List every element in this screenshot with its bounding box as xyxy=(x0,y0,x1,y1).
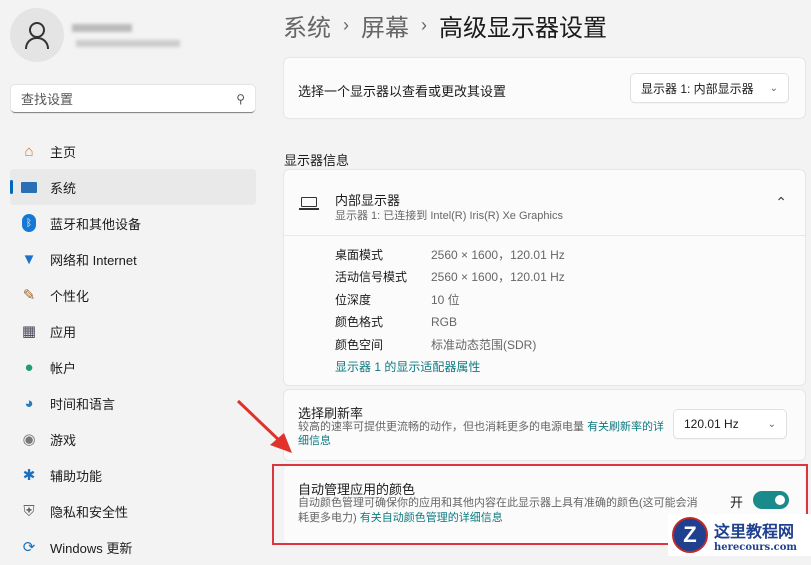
sidebar: 查找设置 ⚲ ⌂ 主页 系统 ᛒ 蓝牙和其他设备 ▼ 网络和 Internet ✎ 个性… xyxy=(0,0,270,556)
sidebar-item-accessibility[interactable]: ✱ 辅助功能 xyxy=(10,457,256,493)
section-title: 显示器信息 xyxy=(284,153,350,168)
info-value: 标准动态范围(SDR) xyxy=(431,337,537,352)
display-select-dropdown[interactable]: 显示器 1: 内部显示器 ⌄ xyxy=(631,74,788,102)
sidebar-item-label: 主页 xyxy=(50,144,77,160)
display-info-header[interactable]: 内部显示器 显示器 1: 已连接到 Intel(R) Iris(R) Xe Gr… xyxy=(284,170,805,236)
info-key: 颜色格式 xyxy=(335,315,384,330)
chevron-right-icon: › xyxy=(421,15,427,35)
refresh-desc-text: 较高的速率可提供更流畅的动作，但也消耗更多的电源电量 xyxy=(298,421,584,433)
laptop-icon xyxy=(301,197,317,207)
sidebar-item-bluetooth[interactable]: ᛒ 蓝牙和其他设备 xyxy=(10,205,256,241)
watermark-logo-icon: Z xyxy=(672,517,708,553)
sidebar-item-label: 系统 xyxy=(50,180,77,196)
watermark-text: 这里教程网 herecours.com xyxy=(714,518,797,553)
sidebar-item-home[interactable]: ⌂ 主页 xyxy=(10,133,256,169)
sidebar-item-label: 辅助功能 xyxy=(50,468,103,484)
breadcrumb-display[interactable]: 屏幕 xyxy=(361,8,409,43)
chevron-up-icon[interactable]: ⌃ xyxy=(775,194,787,211)
sidebar-item-label: 个性化 xyxy=(50,288,90,304)
refresh-rate-value: 120.01 Hz xyxy=(684,417,739,431)
refresh-desc: 较高的速率可提供更流畅的动作，但也消耗更多的电源电量 有关刷新率的详细信息 xyxy=(298,420,668,448)
shield-icon: ⛨ xyxy=(23,502,35,520)
avatar[interactable] xyxy=(10,8,64,62)
sidebar-item-apps[interactable]: ▦ 应用 xyxy=(10,313,256,349)
sidebar-item-privacy[interactable]: ⛨ 隐私和安全性 xyxy=(10,493,256,529)
display-select-label: 选择一个显示器以查看或更改其设置 xyxy=(298,84,507,99)
info-row: 位深度 10 位 xyxy=(335,288,805,311)
red-arrow-annotation xyxy=(236,399,292,453)
watermark-url: herecours.com xyxy=(714,541,798,553)
display-subtitle: 显示器 1: 已连接到 Intel(R) Iris(R) Xe Graphics xyxy=(335,210,563,222)
sidebar-item-label: 蓝牙和其他设备 xyxy=(50,216,142,232)
info-value: 2560 × 1600，120.01 Hz xyxy=(431,247,565,262)
sidebar-item-label: 帐户 xyxy=(50,360,77,376)
brush-icon: ✎ xyxy=(22,287,36,304)
apps-icon: ▦ xyxy=(21,323,37,340)
home-icon: ⌂ xyxy=(24,142,34,160)
display-info-details: 桌面模式 2560 × 1600，120.01 Hz 活动信号模式 2560 × 1… xyxy=(284,236,805,378)
search-icon: ⚲ xyxy=(236,91,245,106)
account-icon: ● xyxy=(24,358,34,376)
info-value: RGB xyxy=(431,314,458,329)
sidebar-item-network[interactable]: ▼ 网络和 Internet xyxy=(10,241,256,277)
globe-icon: ◕ xyxy=(24,394,34,412)
user-email-blurred xyxy=(76,40,180,47)
search-input[interactable]: 查找设置 ⚲ xyxy=(11,85,255,113)
sidebar-item-label: 应用 xyxy=(50,324,77,340)
info-row: 桌面模式 2560 × 1600，120.01 Hz xyxy=(335,243,805,266)
info-key: 活动信号模式 xyxy=(335,270,408,285)
update-icon: ⟳ xyxy=(22,539,36,556)
info-value: 10 位 xyxy=(431,292,460,307)
info-key: 颜色空间 xyxy=(335,337,384,352)
page-title: 高级显示器设置 xyxy=(439,15,607,42)
search-placeholder: 查找设置 xyxy=(21,92,74,107)
sidebar-item-gaming[interactable]: ◉ 游戏 xyxy=(10,421,256,457)
watermark-title: 这里教程网 xyxy=(714,521,795,541)
sidebar-item-personalization[interactable]: ✎ 个性化 xyxy=(10,277,256,313)
watermark: Z 这里教程网 herecours.com xyxy=(668,514,811,556)
user-name-blurred xyxy=(72,24,132,32)
info-value: 2560 × 1600，120.01 Hz xyxy=(431,270,565,285)
sidebar-item-label: 隐私和安全性 xyxy=(50,504,129,520)
sidebar-item-accounts[interactable]: ● 帐户 xyxy=(10,349,256,385)
nav-list: ⌂ 主页 系统 ᛒ 蓝牙和其他设备 ▼ 网络和 Internet ✎ 个性化 ▦ 应用 ●… xyxy=(10,133,256,565)
sidebar-item-label: Windows 更新 xyxy=(50,540,133,556)
sidebar-item-label: 时间和语言 xyxy=(50,396,116,412)
breadcrumb-system[interactable]: 系统 xyxy=(283,8,331,43)
chevron-right-icon: › xyxy=(343,15,349,35)
info-key: 位深度 xyxy=(335,292,372,307)
info-row: 颜色空间 标准动态范围(SDR) xyxy=(335,333,805,356)
refresh-rate-card: 选择刷新率 较高的速率可提供更流畅的动作，但也消耗更多的电源电量 有关刷新率的详… xyxy=(284,390,805,460)
sidebar-item-windows-update[interactable]: ⟳ Windows 更新 xyxy=(10,529,256,565)
info-row: 活动信号模式 2560 × 1600，120.01 Hz xyxy=(335,266,805,289)
sidebar-item-label: 游戏 xyxy=(50,432,77,448)
sidebar-item-label: 网络和 Internet xyxy=(50,252,137,268)
sidebar-item-time-language[interactable]: ◕ 时间和语言 xyxy=(10,385,256,421)
gamepad-icon: ◉ xyxy=(22,431,36,448)
adapter-properties-link[interactable]: 显示器 1 的显示适配器属性 xyxy=(335,356,805,379)
display-info-card: 内部显示器 显示器 1: 已连接到 Intel(R) Iris(R) Xe Gr… xyxy=(284,170,805,385)
wifi-icon: ▼ xyxy=(21,250,37,268)
chevron-down-icon: ⌄ xyxy=(769,82,778,94)
accessibility-icon: ✱ xyxy=(22,467,36,484)
chevron-down-icon: ⌄ xyxy=(767,418,776,430)
refresh-rate-dropdown[interactable]: 120.01 Hz ⌄ xyxy=(674,410,786,438)
breadcrumb: 系统 › 屏幕 › 高级显示器设置 xyxy=(283,8,607,43)
display-select-value: 显示器 1: 内部显示器 xyxy=(641,81,754,96)
info-row: 颜色格式 RGB xyxy=(335,311,805,334)
display-select-card: 选择一个显示器以查看或更改其设置 显示器 1: 内部显示器 ⌄ xyxy=(284,58,805,118)
user-icon xyxy=(25,22,49,50)
info-key: 桌面模式 xyxy=(335,247,384,262)
system-icon xyxy=(20,178,38,196)
bluetooth-icon: ᛒ xyxy=(20,214,38,232)
laptop-base xyxy=(299,208,319,210)
sidebar-item-system[interactable]: 系统 xyxy=(10,169,256,205)
